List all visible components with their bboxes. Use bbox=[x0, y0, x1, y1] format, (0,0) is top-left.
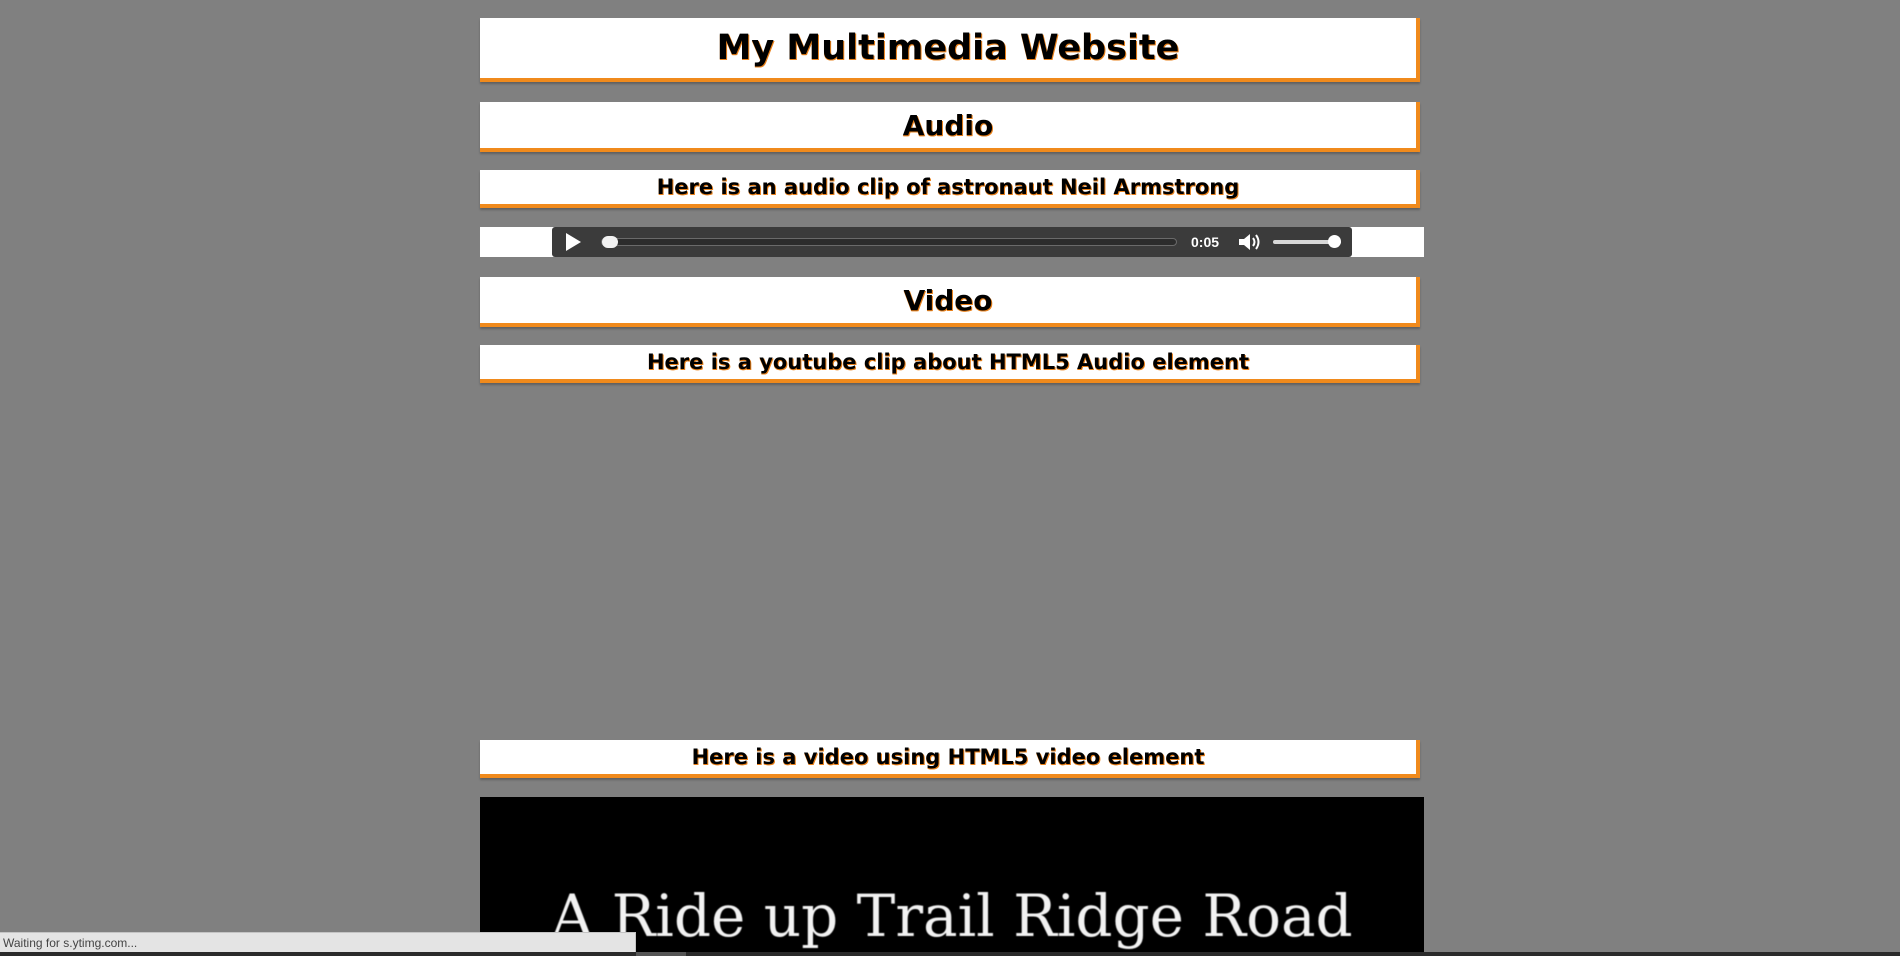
youtube-caption: Here is a youtube clip about HTML5 Audio… bbox=[480, 345, 1420, 383]
audio-time: 0:05 bbox=[1191, 234, 1220, 250]
audio-progress-thumb[interactable] bbox=[602, 236, 618, 248]
audio-progress-bar[interactable] bbox=[601, 236, 1177, 248]
audio-heading: Audio bbox=[480, 102, 1420, 152]
audio-player[interactable]: 0:05 bbox=[552, 227, 1352, 257]
page: My Multimedia Website Audio Here is an a… bbox=[0, 0, 1900, 956]
page-title: My Multimedia Website bbox=[480, 18, 1420, 82]
html5-video-caption: Here is a video using HTML5 video elemen… bbox=[480, 740, 1420, 778]
audio-caption: Here is an audio clip of astronaut Neil … bbox=[480, 170, 1420, 208]
volume-slider-thumb[interactable] bbox=[1328, 235, 1341, 248]
bottom-edge-segment bbox=[636, 952, 686, 956]
video-heading: Video bbox=[480, 277, 1420, 327]
browser-status-bar: Waiting for s.ytimg.com... bbox=[0, 932, 636, 952]
bottom-edge bbox=[0, 952, 1900, 956]
volume-icon[interactable] bbox=[1237, 231, 1263, 253]
volume-slider[interactable] bbox=[1273, 235, 1341, 248]
play-icon[interactable] bbox=[566, 233, 581, 251]
